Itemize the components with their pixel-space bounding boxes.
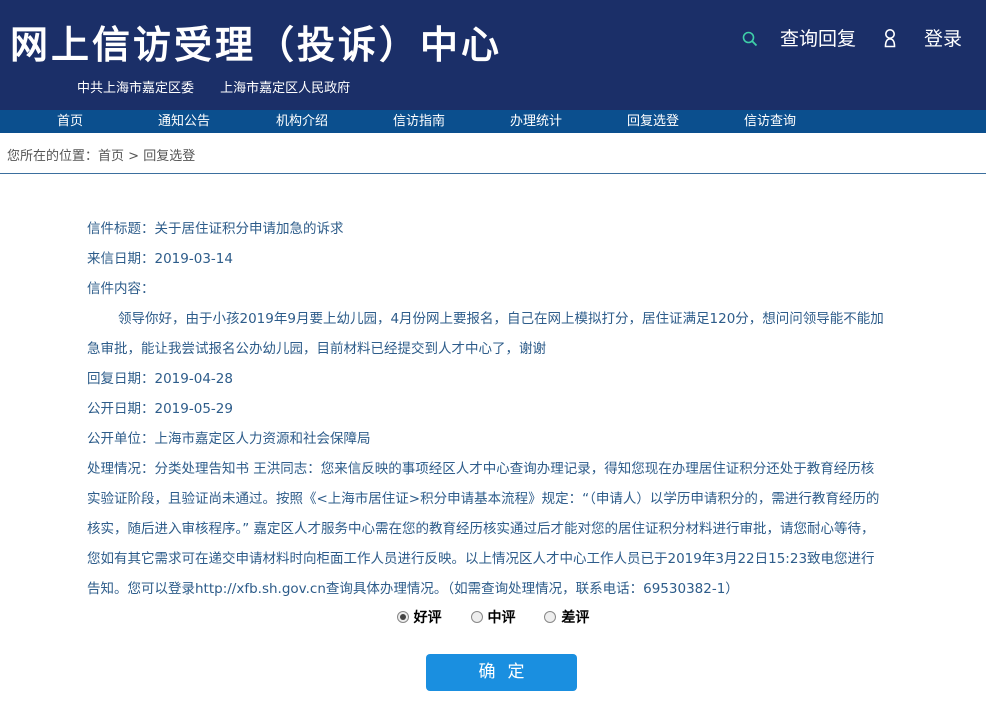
unit-label: 公开单位：	[87, 431, 155, 447]
content-label-row: 信件内容：	[87, 274, 887, 304]
letter-content: 领导你好，由于小孩2019年9月要上幼儿园，4月份网上要报名，自己在网上模拟打分…	[87, 311, 884, 357]
nav-home[interactable]: 首页	[57, 110, 83, 133]
public-unit: 上海市嘉定区人力资源和社会保障局	[154, 431, 371, 447]
user-icon[interactable]	[882, 28, 898, 48]
reply-date: 2019-04-28	[154, 371, 233, 387]
rating-group: 好评 中评 差评	[0, 607, 986, 627]
main-nav: 首页 通知公告 机构介绍 信访指南 办理统计 回复选登 信访查询	[0, 110, 986, 133]
nav-guide[interactable]: 信访指南	[393, 110, 445, 133]
letter-title: 关于居住证积分申请加急的诉求	[154, 221, 344, 237]
radio-good[interactable]	[396, 611, 409, 623]
site-title: 网上信访受理（投诉）中心	[10, 23, 503, 67]
date-label: 来信日期：	[87, 251, 155, 267]
rating-good-label: 好评	[413, 610, 442, 626]
radio-bad[interactable]	[544, 611, 557, 623]
handling-text: 分类处理告知书 王洪同志：您来信反映的事项经区人才中心查询办理记录，得知您现在办…	[87, 461, 880, 597]
letter-detail: 信件标题：关于居住证积分申请加急的诉求 来信日期：2019-03-14 信件内容…	[87, 214, 887, 604]
public-date-row: 公开日期：2019-05-29	[87, 394, 887, 424]
rating-bad-label: 差评	[561, 610, 590, 626]
content-label: 信件内容：	[87, 281, 155, 297]
breadcrumb-separator: >	[124, 149, 144, 164]
public-date-label: 公开日期：	[87, 401, 155, 417]
rating-bad[interactable]: 差评	[544, 607, 589, 627]
top-actions: 查询回复 登录	[742, 24, 962, 51]
handling-label: 处理情况：	[87, 461, 155, 477]
rating-medium-label: 中评	[487, 610, 516, 626]
reply-date-row: 回复日期：2019-04-28	[87, 364, 887, 394]
nav-notices[interactable]: 通知公告	[158, 110, 210, 133]
letter-date: 2019-03-14	[154, 251, 233, 267]
rating-medium[interactable]: 中评	[470, 607, 516, 627]
login-link[interactable]: 登录	[924, 24, 962, 51]
letter-date-row: 来信日期：2019-03-14	[87, 244, 887, 274]
reply-date-label: 回复日期：	[87, 371, 155, 387]
radio-medium[interactable]	[470, 611, 483, 623]
breadcrumb-home[interactable]: 首页	[98, 149, 124, 164]
organization-list: 中共上海市嘉定区委 上海市嘉定区人民政府	[77, 77, 372, 96]
org-district-committee: 中共上海市嘉定区委	[77, 81, 195, 96]
breadcrumb: 您所在的位置：首页 > 回复选登	[7, 145, 195, 164]
search-icon[interactable]	[742, 30, 758, 46]
query-reply-link[interactable]: 查询回复	[780, 24, 856, 51]
handling-row: 处理情况：分类处理告知书 王洪同志：您来信反映的事项经区人才中心查询办理记录，得…	[87, 454, 887, 604]
title-label: 信件标题：	[87, 221, 155, 237]
breadcrumb-prefix: 您所在的位置：	[7, 149, 99, 164]
confirm-button[interactable]: 确定	[426, 654, 577, 691]
org-district-government: 上海市嘉定区人民政府	[220, 81, 351, 96]
divider	[0, 173, 986, 174]
nav-about[interactable]: 机构介绍	[276, 110, 328, 133]
site-header: 网上信访受理（投诉）中心 中共上海市嘉定区委 上海市嘉定区人民政府 查询回复 登…	[0, 0, 986, 110]
breadcrumb-current: 回复选登	[143, 149, 196, 164]
rating-good[interactable]: 好评	[396, 607, 442, 627]
unit-row: 公开单位：上海市嘉定区人力资源和社会保障局	[87, 424, 887, 454]
nav-replies[interactable]: 回复选登	[627, 110, 679, 133]
nav-statistics[interactable]: 办理统计	[510, 110, 562, 133]
public-date: 2019-05-29	[154, 401, 233, 417]
letter-title-row: 信件标题：关于居住证积分申请加急的诉求	[87, 214, 887, 244]
nav-inquiry[interactable]: 信访查询	[744, 110, 796, 133]
